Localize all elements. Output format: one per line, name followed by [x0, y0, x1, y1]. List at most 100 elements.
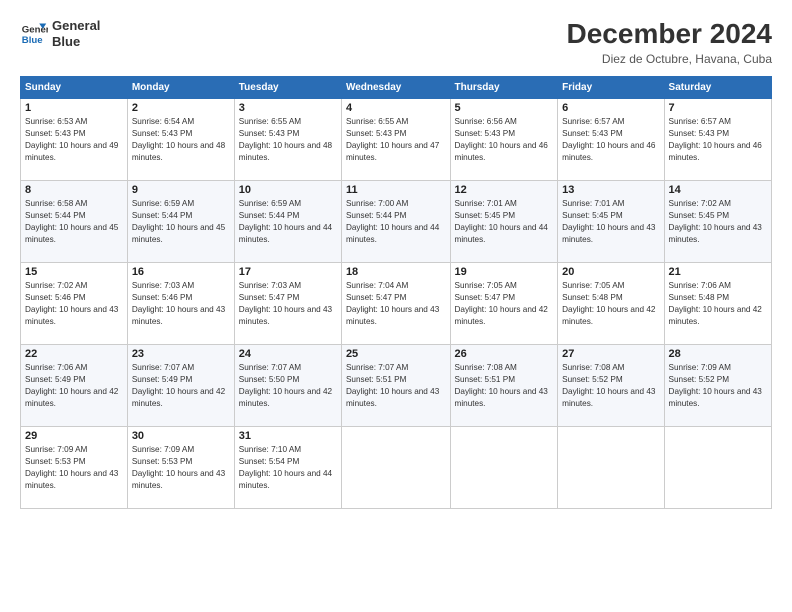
day-number: 29	[25, 430, 123, 442]
day-info: Sunrise: 7:07 AMSunset: 5:50 PMDaylight:…	[239, 363, 332, 408]
day-number: 5	[455, 102, 554, 114]
day-info: Sunrise: 7:06 AMSunset: 5:48 PMDaylight:…	[669, 281, 762, 326]
day-info: Sunrise: 7:08 AMSunset: 5:51 PMDaylight:…	[455, 363, 548, 408]
table-row: 30 Sunrise: 7:09 AMSunset: 5:53 PMDaylig…	[127, 427, 234, 509]
day-info: Sunrise: 7:06 AMSunset: 5:49 PMDaylight:…	[25, 363, 118, 408]
day-number: 6	[562, 102, 659, 114]
col-tuesday: Tuesday	[234, 77, 341, 99]
day-number: 21	[669, 266, 767, 278]
table-row: 28 Sunrise: 7:09 AMSunset: 5:52 PMDaylig…	[664, 345, 771, 427]
table-row: 3 Sunrise: 6:55 AMSunset: 5:43 PMDayligh…	[234, 99, 341, 181]
col-thursday: Thursday	[450, 77, 558, 99]
day-number: 10	[239, 184, 337, 196]
day-info: Sunrise: 7:01 AMSunset: 5:45 PMDaylight:…	[455, 199, 548, 244]
table-row: 24 Sunrise: 7:07 AMSunset: 5:50 PMDaylig…	[234, 345, 341, 427]
day-number: 12	[455, 184, 554, 196]
table-row: 15 Sunrise: 7:02 AMSunset: 5:46 PMDaylig…	[21, 263, 128, 345]
day-number: 3	[239, 102, 337, 114]
table-row: 9 Sunrise: 6:59 AMSunset: 5:44 PMDayligh…	[127, 181, 234, 263]
day-info: Sunrise: 7:05 AMSunset: 5:47 PMDaylight:…	[455, 281, 548, 326]
table-row: 1 Sunrise: 6:53 AMSunset: 5:43 PMDayligh…	[21, 99, 128, 181]
day-info: Sunrise: 7:01 AMSunset: 5:45 PMDaylight:…	[562, 199, 655, 244]
day-number: 27	[562, 348, 659, 360]
day-number: 24	[239, 348, 337, 360]
logo-icon: General Blue	[20, 20, 48, 48]
table-row: 26 Sunrise: 7:08 AMSunset: 5:51 PMDaylig…	[450, 345, 558, 427]
day-info: Sunrise: 7:09 AMSunset: 5:53 PMDaylight:…	[25, 445, 118, 490]
day-info: Sunrise: 7:07 AMSunset: 5:51 PMDaylight:…	[346, 363, 439, 408]
table-row: 21 Sunrise: 7:06 AMSunset: 5:48 PMDaylig…	[664, 263, 771, 345]
month-title: December 2024	[567, 18, 772, 50]
col-sunday: Sunday	[21, 77, 128, 99]
day-info: Sunrise: 7:05 AMSunset: 5:48 PMDaylight:…	[562, 281, 655, 326]
table-row: 10 Sunrise: 6:59 AMSunset: 5:44 PMDaylig…	[234, 181, 341, 263]
table-row: 8 Sunrise: 6:58 AMSunset: 5:44 PMDayligh…	[21, 181, 128, 263]
day-number: 26	[455, 348, 554, 360]
day-number: 15	[25, 266, 123, 278]
logo: General Blue General Blue	[20, 18, 100, 49]
col-friday: Friday	[558, 77, 664, 99]
day-info: Sunrise: 7:10 AMSunset: 5:54 PMDaylight:…	[239, 445, 332, 490]
day-info: Sunrise: 7:09 AMSunset: 5:52 PMDaylight:…	[669, 363, 762, 408]
table-row: 14 Sunrise: 7:02 AMSunset: 5:45 PMDaylig…	[664, 181, 771, 263]
table-row: 27 Sunrise: 7:08 AMSunset: 5:52 PMDaylig…	[558, 345, 664, 427]
day-number: 23	[132, 348, 230, 360]
day-number: 28	[669, 348, 767, 360]
table-row: 13 Sunrise: 7:01 AMSunset: 5:45 PMDaylig…	[558, 181, 664, 263]
table-row: 12 Sunrise: 7:01 AMSunset: 5:45 PMDaylig…	[450, 181, 558, 263]
day-info: Sunrise: 7:02 AMSunset: 5:45 PMDaylight:…	[669, 199, 762, 244]
day-number: 1	[25, 102, 123, 114]
day-info: Sunrise: 6:56 AMSunset: 5:43 PMDaylight:…	[455, 117, 548, 162]
day-number: 11	[346, 184, 446, 196]
empty-cell	[664, 427, 771, 509]
table-row: 23 Sunrise: 7:07 AMSunset: 5:49 PMDaylig…	[127, 345, 234, 427]
day-number: 20	[562, 266, 659, 278]
day-info: Sunrise: 7:07 AMSunset: 5:49 PMDaylight:…	[132, 363, 225, 408]
day-number: 9	[132, 184, 230, 196]
day-info: Sunrise: 6:54 AMSunset: 5:43 PMDaylight:…	[132, 117, 225, 162]
day-number: 30	[132, 430, 230, 442]
day-info: Sunrise: 7:04 AMSunset: 5:47 PMDaylight:…	[346, 281, 439, 326]
day-info: Sunrise: 7:02 AMSunset: 5:46 PMDaylight:…	[25, 281, 118, 326]
day-info: Sunrise: 7:09 AMSunset: 5:53 PMDaylight:…	[132, 445, 225, 490]
day-number: 18	[346, 266, 446, 278]
page: General Blue General Blue December 2024 …	[0, 0, 792, 612]
day-number: 22	[25, 348, 123, 360]
day-number: 13	[562, 184, 659, 196]
day-info: Sunrise: 6:57 AMSunset: 5:43 PMDaylight:…	[669, 117, 762, 162]
table-row: 2 Sunrise: 6:54 AMSunset: 5:43 PMDayligh…	[127, 99, 234, 181]
table-row: 18 Sunrise: 7:04 AMSunset: 5:47 PMDaylig…	[341, 263, 450, 345]
day-info: Sunrise: 7:08 AMSunset: 5:52 PMDaylight:…	[562, 363, 655, 408]
table-row: 22 Sunrise: 7:06 AMSunset: 5:49 PMDaylig…	[21, 345, 128, 427]
day-info: Sunrise: 7:03 AMSunset: 5:46 PMDaylight:…	[132, 281, 225, 326]
col-wednesday: Wednesday	[341, 77, 450, 99]
logo-text-general: General	[52, 18, 100, 34]
day-info: Sunrise: 6:53 AMSunset: 5:43 PMDaylight:…	[25, 117, 118, 162]
table-row: 19 Sunrise: 7:05 AMSunset: 5:47 PMDaylig…	[450, 263, 558, 345]
day-number: 31	[239, 430, 337, 442]
day-info: Sunrise: 6:59 AMSunset: 5:44 PMDaylight:…	[132, 199, 225, 244]
table-row: 5 Sunrise: 6:56 AMSunset: 5:43 PMDayligh…	[450, 99, 558, 181]
title-block: December 2024 Diez de Octubre, Havana, C…	[567, 18, 772, 66]
day-info: Sunrise: 6:57 AMSunset: 5:43 PMDaylight:…	[562, 117, 655, 162]
table-row: 17 Sunrise: 7:03 AMSunset: 5:47 PMDaylig…	[234, 263, 341, 345]
day-info: Sunrise: 7:03 AMSunset: 5:47 PMDaylight:…	[239, 281, 332, 326]
day-number: 16	[132, 266, 230, 278]
table-row: 11 Sunrise: 7:00 AMSunset: 5:44 PMDaylig…	[341, 181, 450, 263]
col-monday: Monday	[127, 77, 234, 99]
day-number: 25	[346, 348, 446, 360]
location: Diez de Octubre, Havana, Cuba	[567, 52, 772, 66]
table-row: 7 Sunrise: 6:57 AMSunset: 5:43 PMDayligh…	[664, 99, 771, 181]
day-info: Sunrise: 6:59 AMSunset: 5:44 PMDaylight:…	[239, 199, 332, 244]
table-row: 20 Sunrise: 7:05 AMSunset: 5:48 PMDaylig…	[558, 263, 664, 345]
logo-text-blue: Blue	[52, 34, 100, 50]
empty-cell	[341, 427, 450, 509]
table-row: 4 Sunrise: 6:55 AMSunset: 5:43 PMDayligh…	[341, 99, 450, 181]
table-row: 6 Sunrise: 6:57 AMSunset: 5:43 PMDayligh…	[558, 99, 664, 181]
day-number: 4	[346, 102, 446, 114]
day-info: Sunrise: 6:58 AMSunset: 5:44 PMDaylight:…	[25, 199, 118, 244]
table-row: 31 Sunrise: 7:10 AMSunset: 5:54 PMDaylig…	[234, 427, 341, 509]
empty-cell	[558, 427, 664, 509]
header: General Blue General Blue December 2024 …	[20, 18, 772, 66]
day-number: 8	[25, 184, 123, 196]
